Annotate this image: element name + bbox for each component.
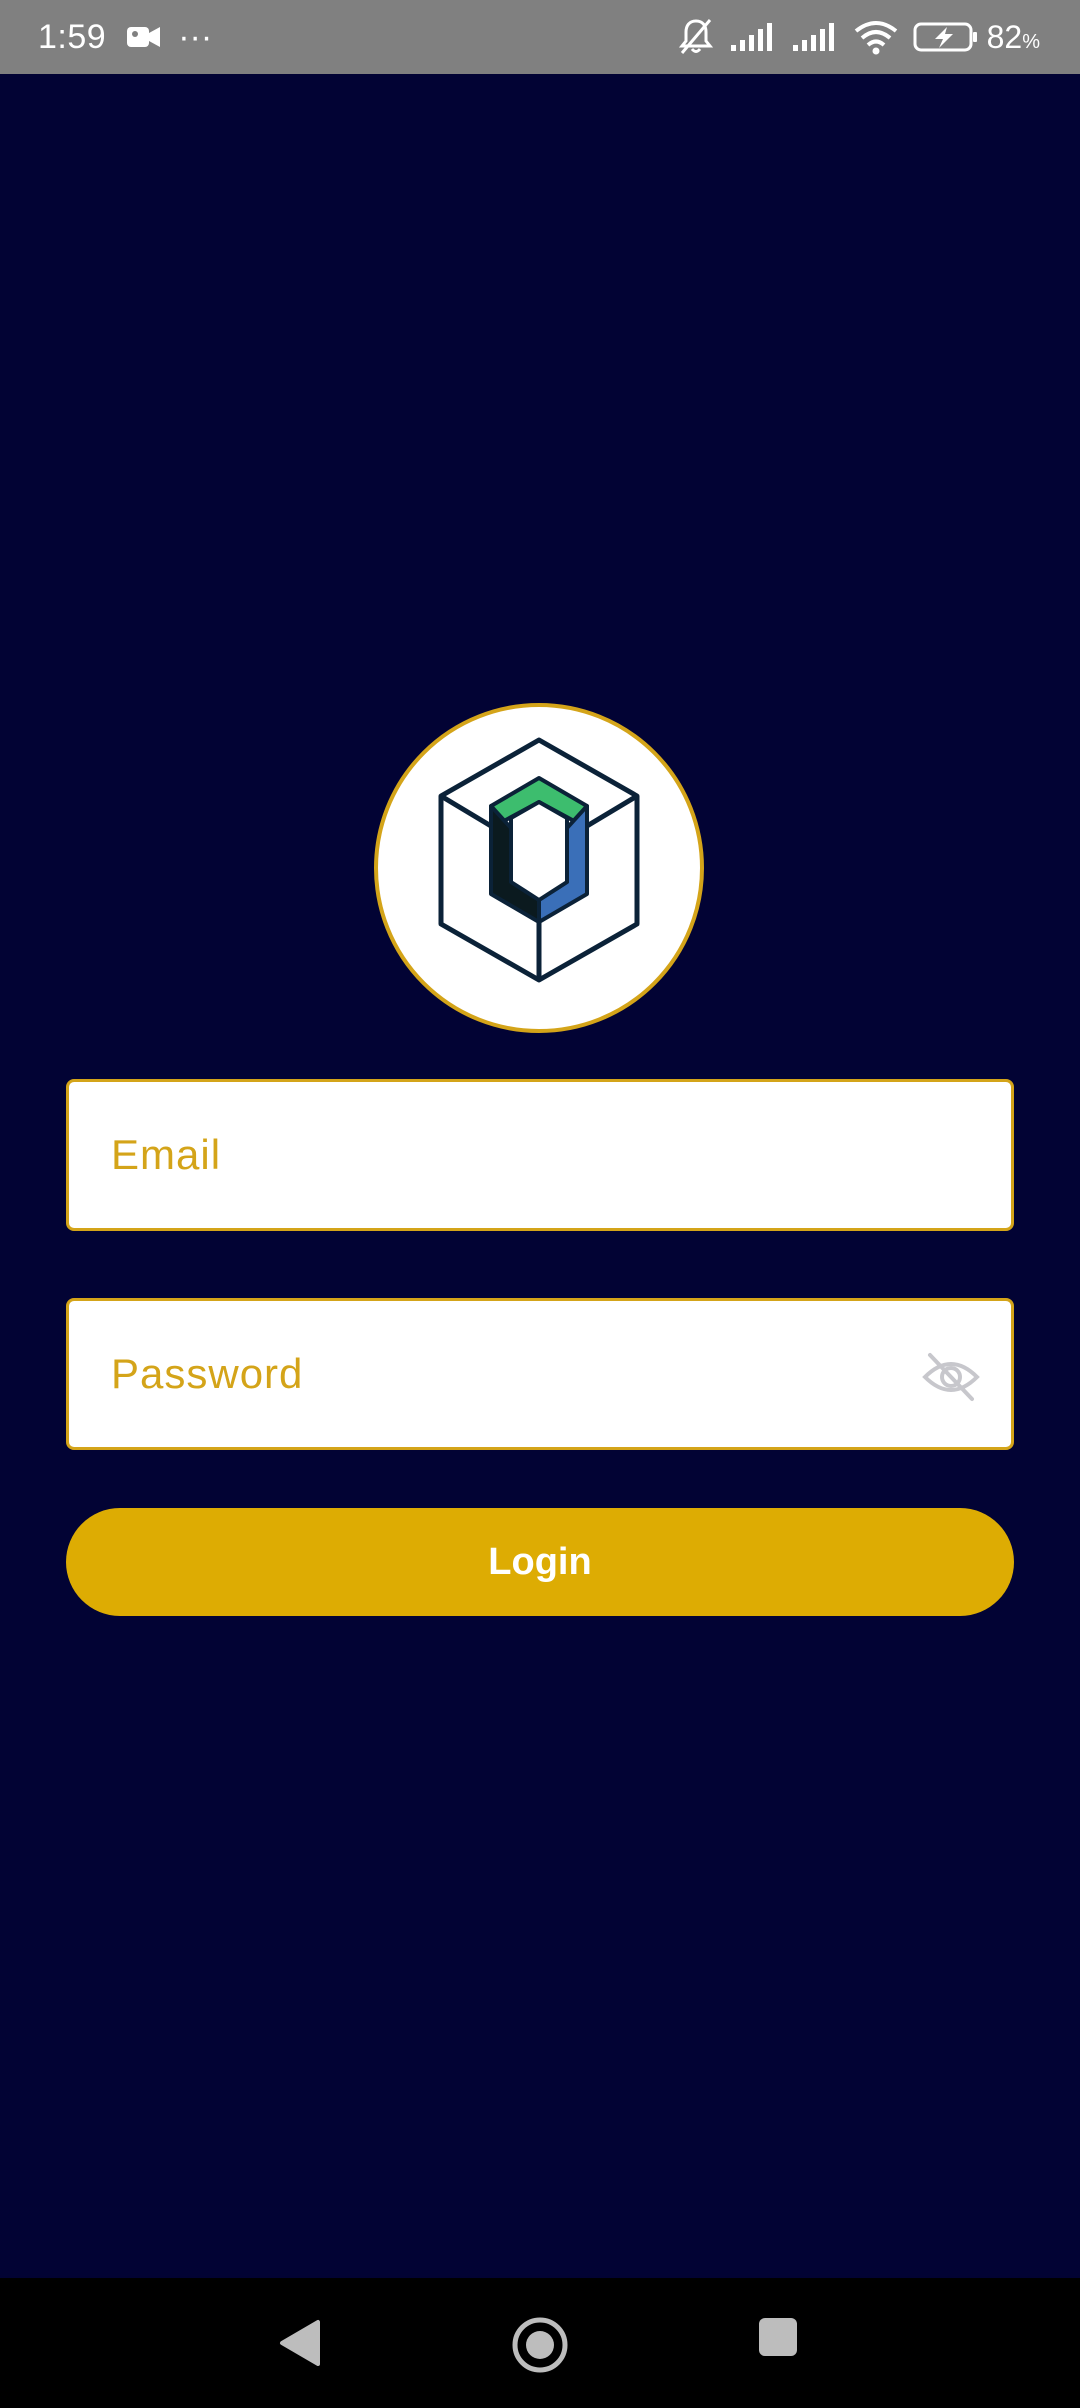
back-icon <box>280 2320 320 2366</box>
back-button[interactable] <box>270 2313 330 2373</box>
status-bar-right: 82% <box>663 17 1040 57</box>
eye-off-icon <box>922 1353 980 1401</box>
jetpack-compose-logo-icon <box>438 737 640 983</box>
signal-icon <box>791 21 839 53</box>
password-field[interactable] <box>66 1298 1014 1450</box>
recents-button[interactable] <box>756 2315 800 2359</box>
bell-off-icon <box>677 17 715 57</box>
video-camera-icon <box>126 24 162 50</box>
wifi-icon <box>853 19 899 55</box>
navigation-bar <box>0 2278 1080 2408</box>
home-icon <box>512 2317 568 2373</box>
battery-charging-icon <box>913 21 979 53</box>
app-logo <box>374 703 704 1033</box>
toggle-password-visibility-button[interactable] <box>921 1347 981 1407</box>
login-button[interactable]: Login <box>66 1508 1014 1616</box>
status-time: 1:59 <box>38 17 107 56</box>
signal-icon <box>729 21 777 53</box>
email-field[interactable] <box>66 1079 1014 1231</box>
recents-icon <box>759 2318 797 2356</box>
status-bar: 1:59 ··· 82% <box>0 0 1080 74</box>
battery-percentage: 82% <box>986 18 1040 55</box>
home-button[interactable] <box>508 2313 572 2377</box>
password-input[interactable] <box>69 1300 1011 1448</box>
email-input[interactable] <box>69 1081 1011 1229</box>
status-bar-left: 1:59 ··· <box>38 18 212 57</box>
more-notifications-icon: ··· <box>178 18 213 56</box>
